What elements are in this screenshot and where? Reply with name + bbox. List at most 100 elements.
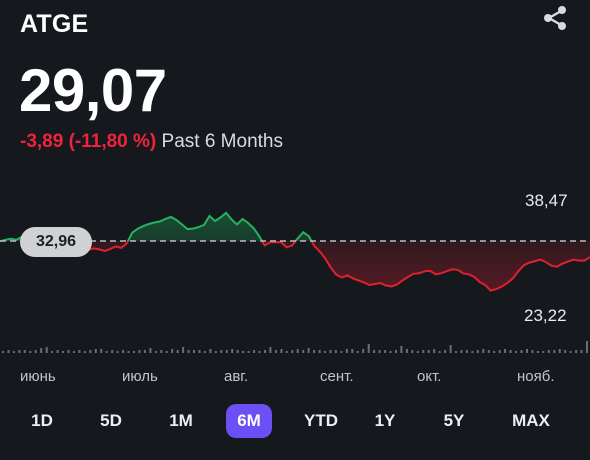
volume-bar (536, 351, 539, 353)
volume-bar (498, 350, 501, 353)
volume-bar (351, 349, 354, 353)
volume-bar (94, 349, 97, 353)
volume-bar (531, 350, 534, 353)
volume-bar (449, 345, 452, 353)
volume-bar (138, 350, 141, 353)
volume-bar (105, 351, 108, 353)
volume-bar (416, 351, 419, 353)
ticker-symbol: ATGE (20, 10, 89, 38)
volume-bar (225, 350, 228, 353)
volume-bar (187, 350, 190, 353)
volume-bar (444, 350, 447, 353)
volume-bar (165, 351, 168, 353)
price-change: -3,89 (-11,80 %) (20, 131, 157, 152)
volume-bar (378, 350, 381, 353)
volume-bar (438, 351, 441, 353)
range-1y-button[interactable]: 1Y (367, 404, 403, 438)
volume-bar (198, 350, 201, 353)
volume-bar (526, 349, 528, 353)
period-label: Past 6 Months (161, 131, 283, 152)
volume-bar (471, 351, 474, 353)
volume-bar (45, 347, 48, 353)
volume-bar (313, 350, 316, 353)
volume-bar (149, 348, 152, 353)
volume-bar (274, 350, 277, 353)
volume-bar (542, 351, 545, 353)
volume-bar (89, 350, 92, 353)
volume-bar (334, 350, 337, 353)
volume-bar (269, 347, 272, 353)
volume-bar (340, 351, 343, 353)
volume-bar (296, 349, 299, 353)
volume-bar (487, 350, 490, 353)
volume-bar (111, 350, 114, 353)
volume-bar (51, 351, 54, 353)
volume-bar (373, 350, 376, 353)
volume-bar (455, 351, 457, 353)
volume-bar (100, 349, 103, 353)
volume-bar (324, 351, 326, 353)
volume-bar (586, 341, 588, 353)
volume-bar (83, 351, 86, 353)
current-price: 29,07 (19, 57, 167, 124)
volume-bar (307, 348, 310, 353)
time-range-selector: 1D 5D 1M 6M YTD 1Y 5Y MAX (0, 404, 590, 438)
range-1d-button[interactable]: 1D (24, 404, 60, 438)
volume-bar (433, 349, 436, 353)
volume-bar (580, 350, 583, 353)
volume-bar (236, 350, 239, 353)
range-1m-button[interactable]: 1M (162, 404, 200, 438)
volume-bar (182, 347, 185, 353)
volume-bar (427, 350, 430, 353)
volume-bar (547, 350, 550, 353)
volume-bar (395, 350, 397, 353)
chart-high-label: 38,47 (525, 191, 568, 210)
volume-bar (564, 350, 567, 353)
volume-bar (73, 351, 75, 353)
volume-bar (411, 350, 414, 353)
volume-bar (460, 350, 463, 353)
volume-bar (356, 351, 359, 353)
chart-low-label: 23,22 (524, 306, 567, 325)
month-axis: июнь июль авг. сент. окт. нояб. (0, 368, 590, 388)
volume-bar (258, 351, 261, 353)
volume-bar (400, 346, 403, 353)
volume-bar (23, 350, 26, 353)
volume-bar (405, 349, 408, 353)
previous-close-badge: 32,96 (20, 227, 92, 257)
volume-bar (78, 350, 81, 353)
range-6m-button[interactable]: 6M (226, 404, 272, 438)
volume-bar (171, 349, 174, 353)
range-5d-button[interactable]: 5D (93, 404, 129, 438)
volume-bar (220, 350, 223, 353)
volume-bar (569, 351, 572, 353)
volume-bar (242, 351, 245, 353)
share-button[interactable] (540, 3, 570, 33)
month-label: нояб. (517, 368, 555, 385)
volume-bar (12, 351, 15, 353)
volume-bar (367, 344, 370, 353)
price-chart[interactable] (0, 180, 590, 360)
month-label: июнь (20, 368, 56, 385)
volume-bar (56, 350, 59, 353)
volume-bar (67, 350, 70, 353)
volume-bar (143, 350, 146, 353)
volume-bar (520, 350, 523, 353)
month-label: сент. (320, 368, 354, 385)
volume-bar (465, 350, 468, 353)
volume-bar (493, 351, 496, 353)
volume-bar (482, 349, 485, 353)
volume-bar (29, 351, 32, 353)
volume-bar (193, 350, 195, 353)
volume-bar (18, 350, 21, 353)
volume-bar (422, 350, 425, 353)
volume-bar (231, 349, 234, 353)
volume-bar (291, 350, 294, 353)
volume-bar (515, 351, 517, 353)
range-max-button[interactable]: MAX (506, 404, 556, 438)
range-5y-button[interactable]: 5Y (436, 404, 472, 438)
range-ytd-button[interactable]: YTD (298, 404, 344, 438)
volume-bar (504, 349, 507, 353)
volume-bar (122, 350, 125, 353)
volume-bar (575, 350, 578, 353)
